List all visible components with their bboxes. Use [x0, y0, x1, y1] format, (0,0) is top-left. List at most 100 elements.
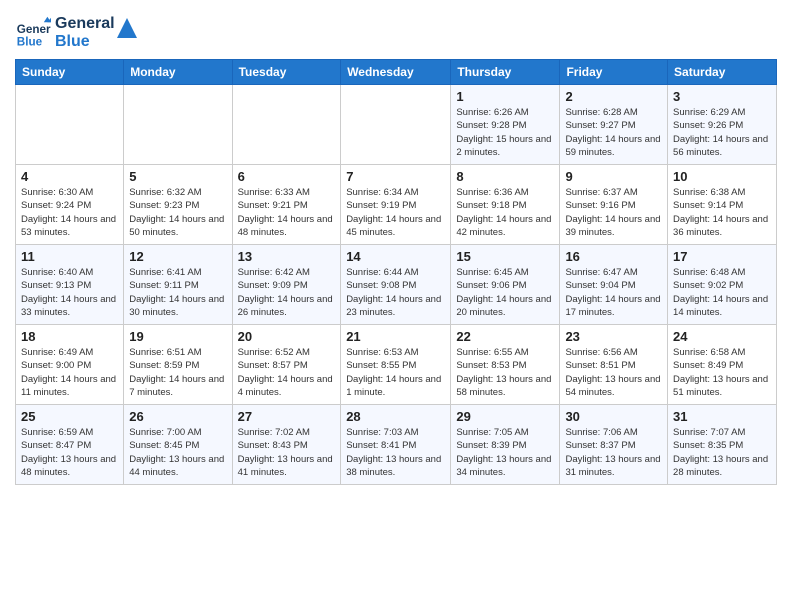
calendar-cell: 23 Sunrise: 6:56 AMSunset: 8:51 PMDayligh… — [560, 325, 668, 405]
cell-sun-info: Sunrise: 6:32 AMSunset: 9:23 PMDaylight:… — [129, 186, 226, 239]
cell-sun-info: Sunrise: 6:56 AMSunset: 8:51 PMDaylight:… — [565, 346, 662, 399]
calendar-cell: 2 Sunrise: 6:28 AMSunset: 9:27 PMDaylight… — [560, 85, 668, 165]
cell-sun-info: Sunrise: 6:29 AMSunset: 9:26 PMDaylight:… — [673, 106, 771, 159]
calendar-cell: 22 Sunrise: 6:55 AMSunset: 8:53 PMDayligh… — [451, 325, 560, 405]
cell-sun-info: Sunrise: 6:44 AMSunset: 9:08 PMDaylight:… — [346, 266, 445, 319]
cell-day-number: 17 — [673, 249, 771, 264]
calendar-cell: 26Sunrise: 7:00 AMSunset: 8:45 PMDayligh… — [124, 405, 232, 485]
calendar-cell: 3 Sunrise: 6:29 AMSunset: 9:26 PMDaylight… — [668, 85, 777, 165]
cell-sun-info: Sunrise: 6:59 AMSunset: 8:47 PMDaylight:… — [21, 426, 118, 479]
cell-sun-info: Sunrise: 6:28 AMSunset: 9:27 PMDaylight:… — [565, 106, 662, 159]
calendar-cell: 31 Sunrise: 7:07 AMSunset: 8:35 PMDayligh… — [668, 405, 777, 485]
cell-day-number: 5 — [129, 169, 226, 184]
column-header-tuesday: Tuesday — [232, 60, 341, 85]
cell-day-number: 18 — [21, 329, 118, 344]
calendar-cell: 12 Sunrise: 6:41 AMSunset: 9:11 PMDayligh… — [124, 245, 232, 325]
logo-text-general: General — [55, 15, 115, 33]
svg-text:General: General — [17, 23, 51, 36]
calendar-cell: 13Sunrise: 6:42 AMSunset: 9:09 PMDayligh… — [232, 245, 341, 325]
cell-sun-info: Sunrise: 6:37 AMSunset: 9:16 PMDaylight:… — [565, 186, 662, 239]
cell-sun-info: Sunrise: 6:53 AMSunset: 8:55 PMDaylight:… — [346, 346, 445, 399]
cell-day-number: 3 — [673, 89, 771, 104]
cell-day-number: 22 — [456, 329, 554, 344]
calendar-cell: 21 Sunrise: 6:53 AMSunset: 8:55 PMDayligh… — [341, 325, 451, 405]
cell-sun-info: Sunrise: 6:33 AMSunset: 9:21 PMDaylight:… — [238, 186, 336, 239]
cell-sun-info: Sunrise: 6:55 AMSunset: 8:53 PMDaylight:… — [456, 346, 554, 399]
calendar-cell: 4Sunrise: 6:30 AMSunset: 9:24 PMDaylight… — [16, 165, 124, 245]
cell-day-number: 9 — [565, 169, 662, 184]
cell-day-number: 21 — [346, 329, 445, 344]
calendar-cell: 25 Sunrise: 6:59 AMSunset: 8:47 PMDayligh… — [16, 405, 124, 485]
column-header-monday: Monday — [124, 60, 232, 85]
svg-text:Blue: Blue — [17, 36, 43, 49]
page-header: General Blue General Blue — [15, 10, 777, 51]
cell-day-number: 30 — [565, 409, 662, 424]
cell-day-number: 4 — [21, 169, 118, 184]
logo-text-blue: Blue — [55, 33, 115, 51]
calendar-cell: 14 Sunrise: 6:44 AMSunset: 9:08 PMDayligh… — [341, 245, 451, 325]
calendar-cell — [16, 85, 124, 165]
cell-day-number: 2 — [565, 89, 662, 104]
cell-day-number: 1 — [456, 89, 554, 104]
cell-sun-info: Sunrise: 6:38 AMSunset: 9:14 PMDaylight:… — [673, 186, 771, 239]
calendar-week-row: 1 Sunrise: 6:26 AMSunset: 9:28 PMDaylight… — [16, 85, 777, 165]
cell-sun-info: Sunrise: 6:41 AMSunset: 9:11 PMDaylight:… — [129, 266, 226, 319]
calendar-cell: 18 Sunrise: 6:49 AMSunset: 9:00 PMDayligh… — [16, 325, 124, 405]
cell-sun-info: Sunrise: 7:07 AMSunset: 8:35 PMDaylight:… — [673, 426, 771, 479]
logo-icon: General Blue — [15, 15, 51, 51]
cell-day-number: 24 — [673, 329, 771, 344]
cell-day-number: 11 — [21, 249, 118, 264]
cell-day-number: 14 — [346, 249, 445, 264]
calendar-cell — [124, 85, 232, 165]
logo-triangle — [117, 18, 137, 38]
calendar-cell: 20 Sunrise: 6:52 AMSunset: 8:57 PMDayligh… — [232, 325, 341, 405]
cell-day-number: 25 — [21, 409, 118, 424]
cell-sun-info: Sunrise: 6:52 AMSunset: 8:57 PMDaylight:… — [238, 346, 336, 399]
cell-day-number: 28 — [346, 409, 445, 424]
cell-sun-info: Sunrise: 6:58 AMSunset: 8:49 PMDaylight:… — [673, 346, 771, 399]
column-header-thursday: Thursday — [451, 60, 560, 85]
calendar-page: General Blue General Blue SundayMondayTu… — [0, 0, 792, 500]
cell-sun-info: Sunrise: 6:36 AMSunset: 9:18 PMDaylight:… — [456, 186, 554, 239]
cell-sun-info: Sunrise: 6:49 AMSunset: 9:00 PMDaylight:… — [21, 346, 118, 399]
cell-day-number: 23 — [565, 329, 662, 344]
cell-day-number: 12 — [129, 249, 226, 264]
calendar-cell: 24 Sunrise: 6:58 AMSunset: 8:49 PMDayligh… — [668, 325, 777, 405]
calendar-header-row: SundayMondayTuesdayWednesdayThursdayFrid… — [16, 60, 777, 85]
calendar-cell — [341, 85, 451, 165]
cell-day-number: 31 — [673, 409, 771, 424]
calendar-cell: 9 Sunrise: 6:37 AMSunset: 9:16 PMDaylight… — [560, 165, 668, 245]
cell-day-number: 20 — [238, 329, 336, 344]
calendar-cell: 30 Sunrise: 7:06 AMSunset: 8:37 PMDayligh… — [560, 405, 668, 485]
cell-sun-info: Sunrise: 7:05 AMSunset: 8:39 PMDaylight:… — [456, 426, 554, 479]
calendar-cell: 10Sunrise: 6:38 AMSunset: 9:14 PMDayligh… — [668, 165, 777, 245]
calendar-table: SundayMondayTuesdayWednesdayThursdayFrid… — [15, 59, 777, 485]
cell-day-number: 6 — [238, 169, 336, 184]
calendar-week-row: 18 Sunrise: 6:49 AMSunset: 9:00 PMDayligh… — [16, 325, 777, 405]
cell-day-number: 16 — [565, 249, 662, 264]
cell-sun-info: Sunrise: 7:02 AMSunset: 8:43 PMDaylight:… — [238, 426, 336, 479]
cell-sun-info: Sunrise: 7:03 AMSunset: 8:41 PMDaylight:… — [346, 426, 445, 479]
cell-day-number: 29 — [456, 409, 554, 424]
calendar-cell — [232, 85, 341, 165]
column-header-saturday: Saturday — [668, 60, 777, 85]
cell-sun-info: Sunrise: 6:26 AMSunset: 9:28 PMDaylight:… — [456, 106, 554, 159]
calendar-cell: 19Sunrise: 6:51 AMSunset: 8:59 PMDayligh… — [124, 325, 232, 405]
calendar-week-row: 11 Sunrise: 6:40 AMSunset: 9:13 PMDayligh… — [16, 245, 777, 325]
column-header-sunday: Sunday — [16, 60, 124, 85]
cell-sun-info: Sunrise: 7:00 AMSunset: 8:45 PMDaylight:… — [129, 426, 226, 479]
cell-day-number: 15 — [456, 249, 554, 264]
calendar-week-row: 4Sunrise: 6:30 AMSunset: 9:24 PMDaylight… — [16, 165, 777, 245]
column-header-wednesday: Wednesday — [341, 60, 451, 85]
calendar-cell: 5 Sunrise: 6:32 AMSunset: 9:23 PMDaylight… — [124, 165, 232, 245]
calendar-cell: 7Sunrise: 6:34 AMSunset: 9:19 PMDaylight… — [341, 165, 451, 245]
calendar-cell: 28 Sunrise: 7:03 AMSunset: 8:41 PMDayligh… — [341, 405, 451, 485]
logo: General Blue General Blue — [15, 15, 137, 51]
column-header-friday: Friday — [560, 60, 668, 85]
cell-sun-info: Sunrise: 6:45 AMSunset: 9:06 PMDaylight:… — [456, 266, 554, 319]
cell-day-number: 19 — [129, 329, 226, 344]
cell-sun-info: Sunrise: 6:47 AMSunset: 9:04 PMDaylight:… — [565, 266, 662, 319]
cell-sun-info: Sunrise: 6:40 AMSunset: 9:13 PMDaylight:… — [21, 266, 118, 319]
calendar-cell: 27Sunrise: 7:02 AMSunset: 8:43 PMDayligh… — [232, 405, 341, 485]
cell-sun-info: Sunrise: 7:06 AMSunset: 8:37 PMDaylight:… — [565, 426, 662, 479]
